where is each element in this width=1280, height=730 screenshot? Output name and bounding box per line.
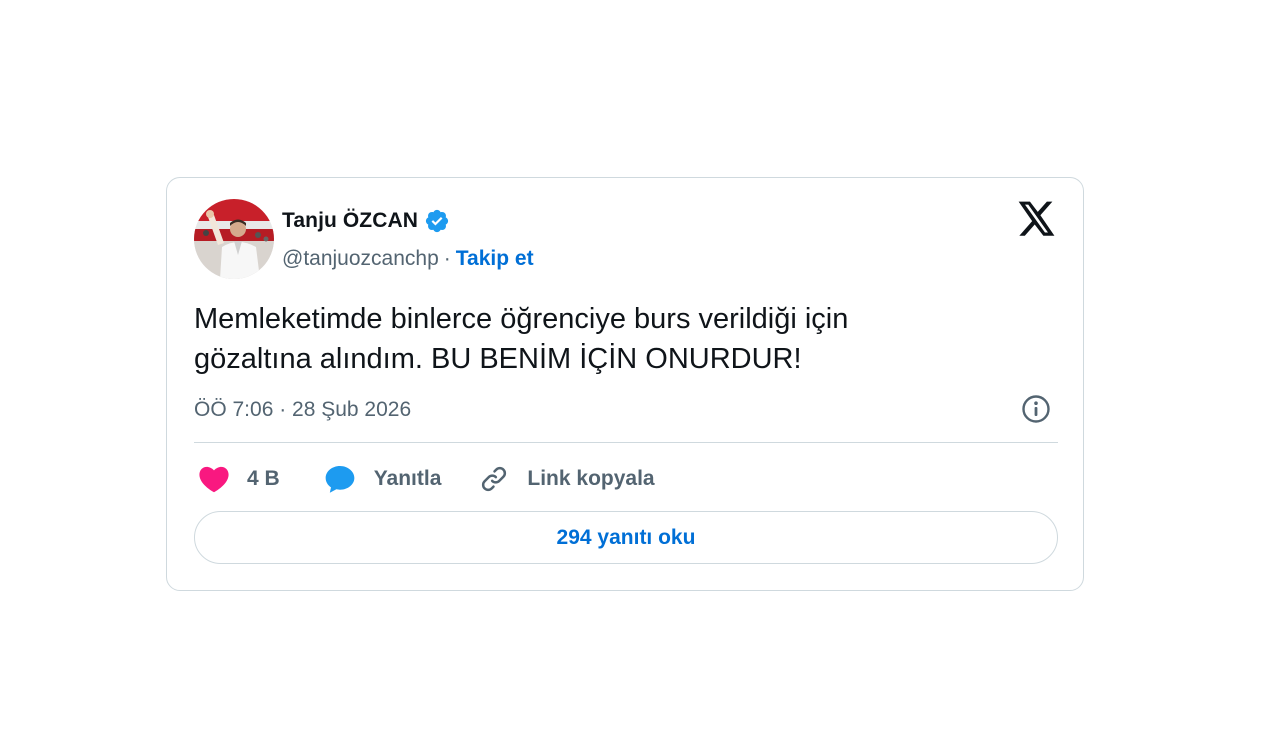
tweet-timestamp[interactable]: ÖÖ 7:06 · 28 Şub 2026	[194, 398, 411, 422]
read-replies-button[interactable]: 294 yanıtı oku	[194, 511, 1058, 564]
reply-label: Yanıtla	[373, 467, 442, 490]
tweet-text-line-2: gözaltına alındım. BU BENİM İÇİN ONURDUR…	[194, 343, 802, 375]
divider	[194, 442, 1058, 443]
separator-dot: ·	[443, 247, 451, 270]
tweet-text-line-1: Memleketimde binlerce öğrenciye burs ver…	[194, 303, 849, 335]
tweet-text: Memleketimde binlerce öğrenciye burs ver…	[194, 299, 1054, 379]
avatar-photo	[194, 199, 274, 279]
author-display-name[interactable]: Tanju ÖZCAN	[282, 209, 418, 233]
embedded-tweet-card: Tanju ÖZCAN @tanjuozcanchp · Takip et Me…	[166, 177, 1084, 591]
info-icon[interactable]	[1020, 393, 1052, 425]
tweet-meta: ÖÖ 7:06 · 28 Şub 2026	[194, 394, 411, 426]
avatar[interactable]	[194, 199, 274, 279]
copy-link-button[interactable]: Link kopyala	[479, 464, 655, 494]
reply-button[interactable]: Yanıtla	[324, 464, 442, 494]
speech-bubble-icon	[325, 465, 355, 493]
heart-icon	[199, 466, 229, 493]
link-icon	[482, 466, 507, 492]
verified-badge-icon	[425, 209, 449, 233]
like-button[interactable]: 4 B	[199, 465, 280, 493]
author-handle[interactable]: @tanjuozcanchp	[282, 247, 439, 271]
x-logo-icon[interactable]	[1018, 201, 1056, 237]
tweet-actions: 4 B Yanıtla Link kopyala	[199, 462, 655, 496]
like-count: 4 B	[247, 467, 280, 490]
follow-button[interactable]: Takip et	[456, 247, 534, 271]
author-handle-row: @tanjuozcanchp · Takip et	[282, 244, 534, 274]
copy-link-label: Link kopyala	[527, 467, 655, 490]
author-name-row: Tanju ÖZCAN	[282, 206, 450, 236]
